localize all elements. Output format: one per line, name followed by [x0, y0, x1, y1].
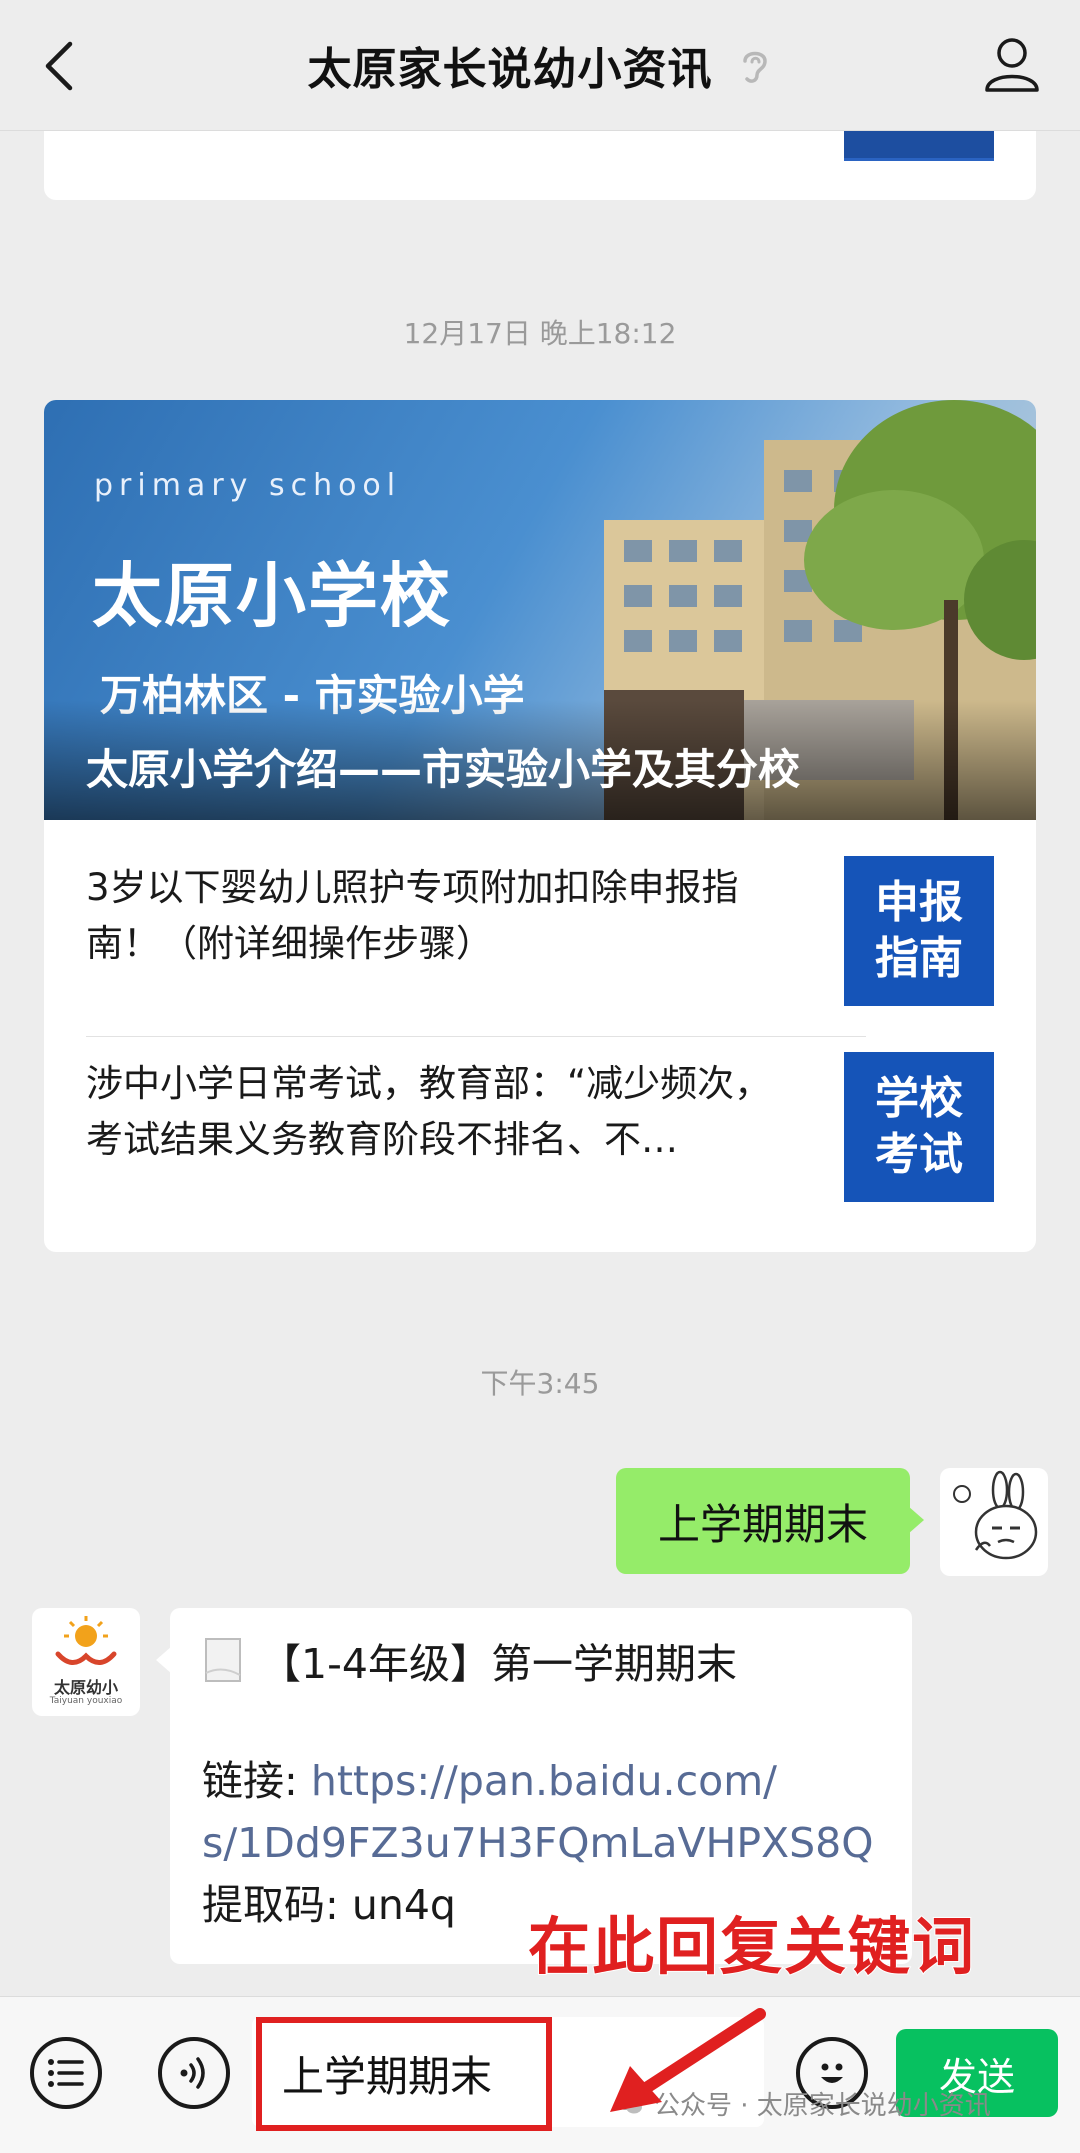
list-icon — [48, 2059, 84, 2087]
baidu-pan-link-continued[interactable]: s/1Dd9FZ3u7H3FQmLaVHPXS8Q — [202, 1819, 874, 1867]
self-avatar[interactable] — [940, 1468, 1048, 1576]
document-icon — [205, 1638, 241, 1682]
reply-title: 【1-4年级】第一学期期末 — [260, 1640, 737, 1688]
article-item[interactable]: 涉中小学日常考试，教育部：“减少频次， 考试结果义务教育阶段不排名、不… 学校 … — [86, 1036, 994, 1232]
chat-header: 太原家长说幼小资讯 — [0, 0, 1080, 131]
banner-english-label: primary school — [94, 468, 402, 503]
article-banner[interactable]: primary school 太原小学校 万柏林区 - 市实验小学 太原小学介绍… — [44, 400, 1036, 820]
avatar-text: 太原幼小 — [53, 1678, 118, 1697]
ear-mute-icon — [742, 51, 767, 83]
timestamp: 下午3:45 — [480, 1367, 600, 1400]
voice-button[interactable] — [158, 2037, 230, 2109]
article-card: primary school 太原小学校 万柏林区 - 市实验小学 太原小学介绍… — [44, 400, 1036, 1252]
baidu-pan-link[interactable]: https://pan.baidu.com/ — [311, 1757, 777, 1805]
back-arrow-icon[interactable] — [40, 38, 80, 94]
menu-button[interactable] — [30, 2037, 102, 2109]
bubble-tail — [908, 1506, 924, 1534]
article-item-thumbnail: 学校 考试 — [844, 1052, 994, 1202]
article-thumbnail — [844, 130, 994, 161]
banner-title: 太原小学校 — [92, 555, 452, 637]
annotation-label: 在此回复关键词 — [527, 1909, 977, 1984]
article-item[interactable]: 3岁以下婴幼儿照护专项附加扣除申报指 南！（附详细操作步骤） 申报 指南 — [86, 840, 994, 1036]
article-item-title: 3岁以下婴幼儿照护专项附加扣除申报指 南！（附详细操作步骤） — [86, 866, 739, 965]
avatar-subtext: Taiyuan youxiao — [49, 1696, 123, 1706]
profile-icon[interactable] — [982, 34, 1042, 94]
article-headline: 太原小学介绍——市实验小学及其分校 — [86, 745, 801, 794]
timestamp: 12月17日 晚上18:12 — [403, 317, 677, 350]
article-item-thumbnail: 申报 指南 — [844, 856, 994, 1006]
voice-icon — [180, 2057, 205, 2089]
rabbit-avatar-icon — [953, 1470, 1038, 1560]
bubble-tail — [156, 1646, 172, 1674]
link-label: 链接: — [202, 1757, 311, 1805]
article-item-title: 涉中小学日常考试，教育部：“减少频次， 考试结果义务教育阶段不排名、不… — [86, 1062, 772, 1161]
chat-title: 太原家长说幼小资讯 — [307, 44, 713, 95]
annotation-highlight-box — [256, 2017, 552, 2131]
outgoing-message-bubble[interactable]: 上学期期末 — [616, 1468, 924, 1574]
account-avatar[interactable]: 太原幼小 Taiyuan youxiao — [32, 1608, 140, 1716]
annotation-arrow — [610, 2008, 766, 2112]
input-bar: 上学期期末 发送 公众号 · 太原家长说幼小资讯 — [0, 1996, 1080, 2153]
message-text: 上学期期末 — [657, 1499, 868, 1549]
